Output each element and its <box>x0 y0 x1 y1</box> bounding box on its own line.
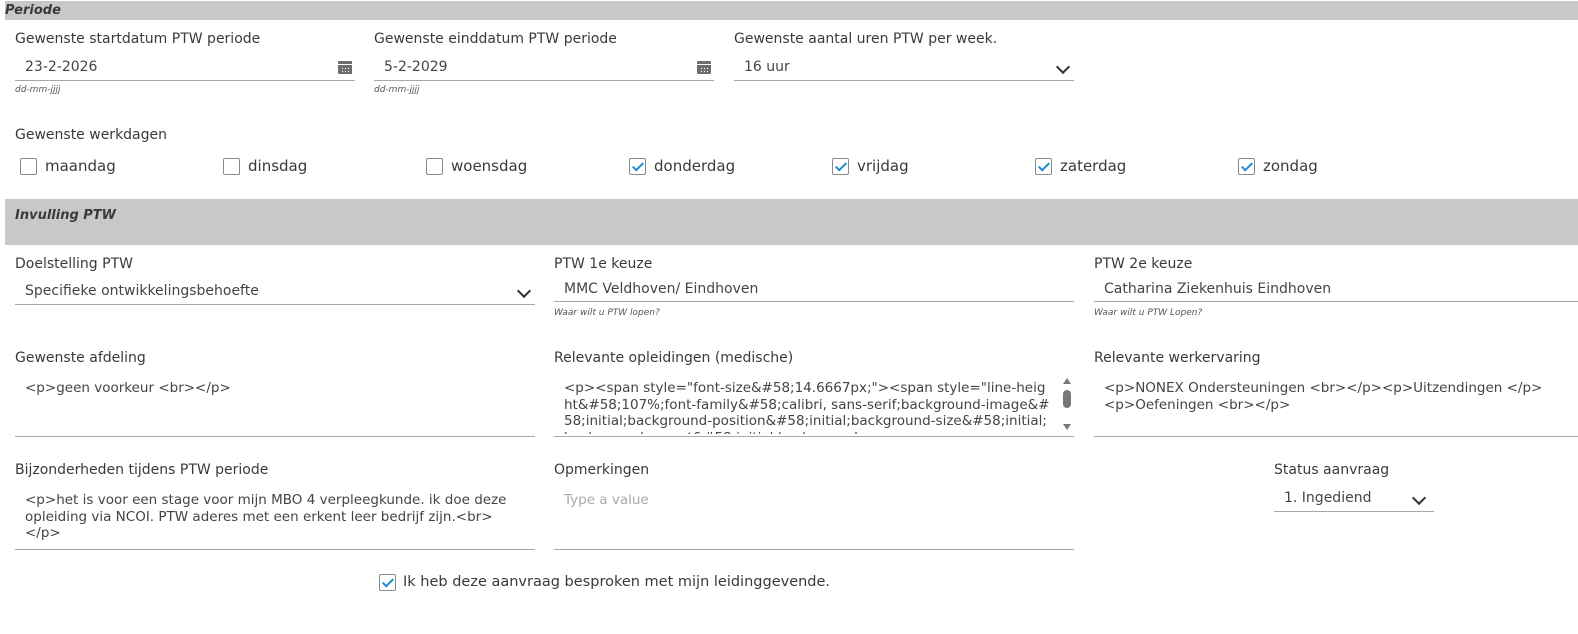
werkdag-checkbox-zaterdag[interactable] <box>1035 158 1052 175</box>
einddatum-value: 5-2-2029 <box>384 59 448 75</box>
einddatum-hint: dd-mm-jjjj <box>374 85 420 95</box>
einddatum-input[interactable]: 5-2-2029 <box>374 55 714 81</box>
werkdag-checkbox-woensdag[interactable] <box>426 158 443 175</box>
keuze2-label: PTW 2e keuze <box>1094 256 1193 272</box>
opmerkingen-label: Opmerkingen <box>554 462 650 478</box>
startdatum-value: 23-2-2026 <box>25 59 98 75</box>
calendar-icon[interactable] <box>697 61 711 74</box>
status-select[interactable]: 1. Ingediend <box>1274 486 1434 512</box>
afdeling-textarea[interactable]: <p>geen voorkeur <br></p> <box>15 372 535 437</box>
einddatum-label: Gewenste einddatum PTW periode <box>374 31 617 47</box>
afdeling-label: Gewenste afdeling <box>15 350 146 366</box>
opleidingen-textarea[interactable]: <p><span style="font-size&#58;14.6667px;… <box>554 372 1074 437</box>
keuze2-hint: Waar wilt u PTW Lopen? <box>1094 308 1203 318</box>
chevron-down-icon <box>1055 59 1071 75</box>
chevron-down-icon <box>1411 490 1427 506</box>
keuze2-value: Catharina Ziekenhuis Eindhoven <box>1104 281 1332 297</box>
werkervaring-textarea[interactable]: <p>NONEX Ondersteuningen <br></p><p>Uitz… <box>1094 372 1578 437</box>
scrollbar-thumb[interactable] <box>1063 390 1071 408</box>
periode-section-header: Periode <box>5 1 1578 20</box>
bijzonderheden-label: Bijzonderheden tijdens PTW periode <box>15 462 269 478</box>
doelstelling-label: Doelstelling PTW <box>15 256 133 272</box>
werkdag-label: zaterdag <box>1060 157 1127 175</box>
status-value: 1. Ingediend <box>1284 490 1372 506</box>
werkdag-label: maandag <box>45 157 116 175</box>
opleidingen-label: Relevante opleidingen (medische) <box>554 350 794 366</box>
calendar-icon[interactable] <box>338 61 352 74</box>
opleidingen-value: <p><span style="font-size&#58;14.6667px;… <box>564 380 1050 434</box>
doelstelling-value: Specifieke ontwikkelingsbehoefte <box>25 283 259 299</box>
werkdag-label: zondag <box>1263 157 1318 175</box>
keuze2-input[interactable]: Catharina Ziekenhuis Eindhoven <box>1094 277 1578 302</box>
invulling-section-title: Invulling PTW <box>15 208 117 223</box>
keuze1-value: MMC Veldhoven/ Eindhoven <box>564 281 759 297</box>
keuze1-hint: Waar wilt u PTW lopen? <box>554 308 660 318</box>
invulling-section-header: Invulling PTW <box>5 199 1578 245</box>
startdatum-input[interactable]: 23-2-2026 <box>15 55 355 81</box>
bijzonderheden-value: <p>het is voor een stage voor mijn MBO 4… <box>25 492 507 541</box>
werkdag-checkbox-donderdag[interactable] <box>629 158 646 175</box>
werkdag-checkbox-dinsdag[interactable] <box>223 158 240 175</box>
bijzonderheden-textarea[interactable]: <p>het is voor een stage voor mijn MBO 4… <box>15 484 535 550</box>
startdatum-hint: dd-mm-jjjj <box>15 85 61 95</box>
besproken-label: Ik heb deze aanvraag besproken met mijn … <box>403 574 831 590</box>
werkdag-checkbox-vrijdag[interactable] <box>832 158 849 175</box>
keuze1-label: PTW 1e keuze <box>554 256 653 272</box>
afdeling-value: <p>geen voorkeur <br></p> <box>25 380 231 396</box>
werkdag-label: vrijdag <box>857 157 909 175</box>
opmerkingen-placeholder: Type a value <box>564 492 649 508</box>
opmerkingen-textarea[interactable]: Type a value <box>554 484 1074 550</box>
werkervaring-value: <p>NONEX Ondersteuningen <br></p><p>Uitz… <box>1104 380 1543 413</box>
werkdag-label: donderdag <box>654 157 736 175</box>
uren-label: Gewenste aantal uren PTW per week. <box>734 31 998 47</box>
werkdag-checkbox-zondag[interactable] <box>1238 158 1255 175</box>
doelstelling-select[interactable]: Specifieke ontwikkelingsbehoefte <box>15 279 535 305</box>
werkdag-label: dinsdag <box>248 157 308 175</box>
startdatum-label: Gewenste startdatum PTW periode <box>15 31 261 47</box>
scroll-down-icon[interactable] <box>1063 424 1071 430</box>
besproken-checkbox[interactable] <box>379 574 396 591</box>
werkdag-label: woensdag <box>451 157 528 175</box>
scroll-up-icon[interactable] <box>1063 378 1071 384</box>
werkdag-checkbox-maandag[interactable] <box>20 158 37 175</box>
werkervaring-label: Relevante werkervaring <box>1094 350 1261 366</box>
keuze1-input[interactable]: MMC Veldhoven/ Eindhoven <box>554 277 1074 302</box>
periode-section-title: Periode <box>5 3 61 18</box>
uren-select[interactable]: 16 uur <box>734 55 1074 81</box>
werkdagen-label: Gewenste werkdagen <box>15 127 168 143</box>
status-label: Status aanvraag <box>1274 462 1390 478</box>
chevron-down-icon <box>516 283 532 299</box>
uren-value: 16 uur <box>744 59 790 75</box>
